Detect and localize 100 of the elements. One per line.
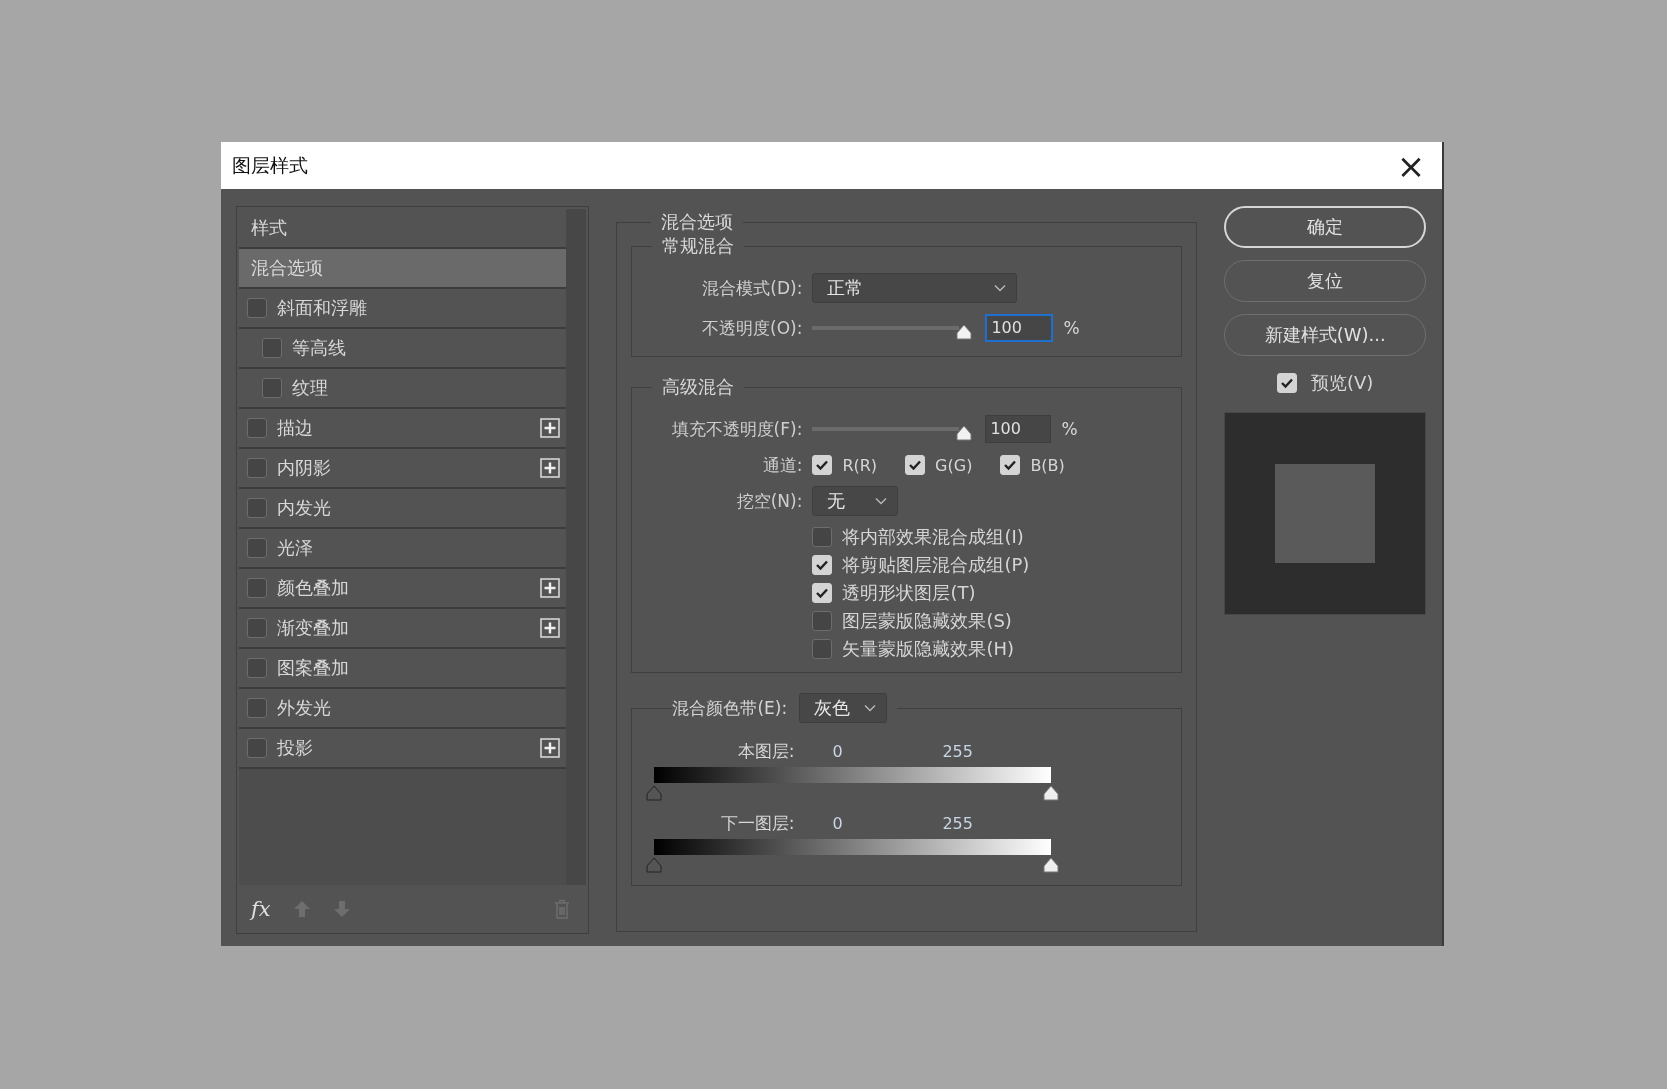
add-button[interactable] (540, 418, 560, 438)
down-arrow-icon (332, 900, 351, 918)
checkbox[interactable] (812, 526, 833, 547)
group-title: 高级混合 (661, 375, 736, 399)
checkbox[interactable] (247, 738, 267, 758)
dialog-button[interactable]: 确定 (1224, 206, 1426, 248)
close-button[interactable]: × (1388, 142, 1434, 189)
slider-thumb[interactable] (955, 425, 974, 441)
value-label: 255 (942, 813, 973, 833)
check-icon (815, 586, 830, 599)
style-list-item[interactable]: 等高线 (239, 329, 566, 369)
dropdown[interactable]: 无 (812, 486, 899, 516)
group-title: 混合选项 (660, 210, 735, 234)
style-list-item[interactable]: 纹理 (239, 369, 566, 409)
window-title: 图层样式 (232, 152, 308, 178)
style-list-item[interactable]: 内阴影 (239, 449, 566, 489)
band-label: 下一图层: (719, 811, 795, 835)
add-button[interactable] (540, 458, 560, 478)
field-label: 通道: (761, 453, 803, 477)
dropdown[interactable]: 正常 (812, 273, 1018, 303)
dark-slider-thumb-icon (645, 857, 664, 873)
field-label: 不透明度(O): (701, 316, 803, 340)
style-list-item[interactable]: 颜色叠加 (239, 569, 566, 609)
effect-label: 颜色叠加 (277, 576, 350, 600)
dialog-button[interactable]: 新建样式(W)... (1224, 314, 1426, 356)
option-label: 将内部效果混合成组(I) (842, 524, 1024, 549)
checkbox[interactable] (247, 498, 267, 518)
field-label: 填充不透明度(F): (670, 417, 803, 441)
field-label: 挖空(N): (735, 489, 803, 513)
option-label: 图层蒙版隐藏效果(S) (842, 608, 1012, 633)
checkbox[interactable] (247, 698, 267, 718)
checkbox[interactable] (247, 538, 267, 558)
slider-thumb[interactable] (955, 324, 974, 340)
fx-button[interactable]: fx (251, 896, 271, 922)
checkbox[interactable] (247, 658, 267, 678)
plus-icon (540, 738, 560, 758)
style-list-item[interactable]: 渐变叠加 (239, 609, 566, 649)
chevron-down-icon (994, 284, 1007, 292)
unit-label: % (1061, 419, 1078, 439)
style-list-item[interactable]: 外发光 (239, 689, 566, 729)
light-slider-thumb-icon (1042, 785, 1061, 801)
plus-icon (540, 618, 560, 638)
checkbox[interactable] (247, 458, 267, 478)
style-list-item[interactable]: 投影 (239, 729, 566, 769)
effect-label: 斜面和浮雕 (277, 296, 368, 320)
dropdown[interactable]: 灰色 (799, 693, 888, 723)
add-button[interactable] (540, 618, 560, 638)
checkbox[interactable] (247, 578, 267, 598)
checkbox[interactable] (812, 610, 833, 631)
style-list-item[interactable]: 样式 (239, 209, 566, 249)
value-label: 0 (832, 813, 844, 833)
dark-slider-thumb-icon (645, 785, 664, 801)
effect-label: 内发光 (277, 496, 332, 520)
number-field[interactable]: 100 (985, 415, 1052, 443)
preview-label: 预览(V) (1311, 371, 1374, 395)
add-button[interactable] (540, 578, 560, 598)
field-label: 混合模式(D): (701, 276, 803, 300)
style-list-item[interactable]: 光泽 (239, 529, 566, 569)
effect-label: 内阴影 (277, 456, 332, 480)
check-icon (908, 459, 923, 471)
chevron-down-icon (864, 704, 877, 712)
value-label: 255 (942, 741, 973, 761)
checkbox[interactable] (262, 338, 282, 358)
effect-label: 投影 (277, 736, 314, 760)
checkbox[interactable] (247, 418, 267, 438)
effect-label: 等高线 (292, 336, 347, 360)
check-icon (1003, 459, 1018, 471)
check-icon (815, 459, 830, 471)
effect-label: 描边 (277, 416, 314, 440)
add-button[interactable] (540, 738, 560, 758)
channel-label: G(G) (935, 455, 973, 475)
style-list-item[interactable]: 内发光 (239, 489, 566, 529)
channel-label: B(B) (1030, 455, 1065, 475)
plus-icon (540, 458, 560, 478)
checkbox[interactable] (262, 378, 282, 398)
checkbox[interactable] (247, 618, 267, 638)
group-title: 常规混合 (661, 234, 736, 258)
value-label: 0 (832, 741, 844, 761)
style-list-item[interactable]: 描边 (239, 409, 566, 449)
option-label: 矢量蒙版隐藏效果(H) (842, 636, 1014, 661)
effect-label: 光泽 (277, 536, 314, 560)
style-list-item[interactable]: 斜面和浮雕 (239, 289, 566, 329)
chevron-down-icon (875, 497, 888, 505)
light-slider-thumb-icon (1042, 857, 1061, 873)
up-arrow-icon (292, 900, 311, 918)
style-list-item[interactable]: 混合选项 (239, 249, 566, 289)
check-icon (1280, 377, 1294, 389)
option-label: 将剪贴图层混合成组(P) (842, 552, 1030, 577)
channel-label: R(R) (842, 455, 878, 475)
checkbox[interactable] (812, 638, 833, 659)
effect-label: 图案叠加 (277, 656, 350, 680)
style-list-item[interactable]: 图案叠加 (239, 649, 566, 689)
dialog-button[interactable]: 复位 (1224, 260, 1426, 302)
effect-label: 纹理 (292, 376, 329, 400)
field-label: 混合颜色带(E): (672, 696, 788, 720)
unit-label: % (1063, 318, 1080, 338)
effect-label: 渐变叠加 (277, 616, 350, 640)
number-field[interactable]: 100 (985, 314, 1054, 342)
check-icon (815, 558, 830, 571)
checkbox[interactable] (247, 298, 267, 318)
